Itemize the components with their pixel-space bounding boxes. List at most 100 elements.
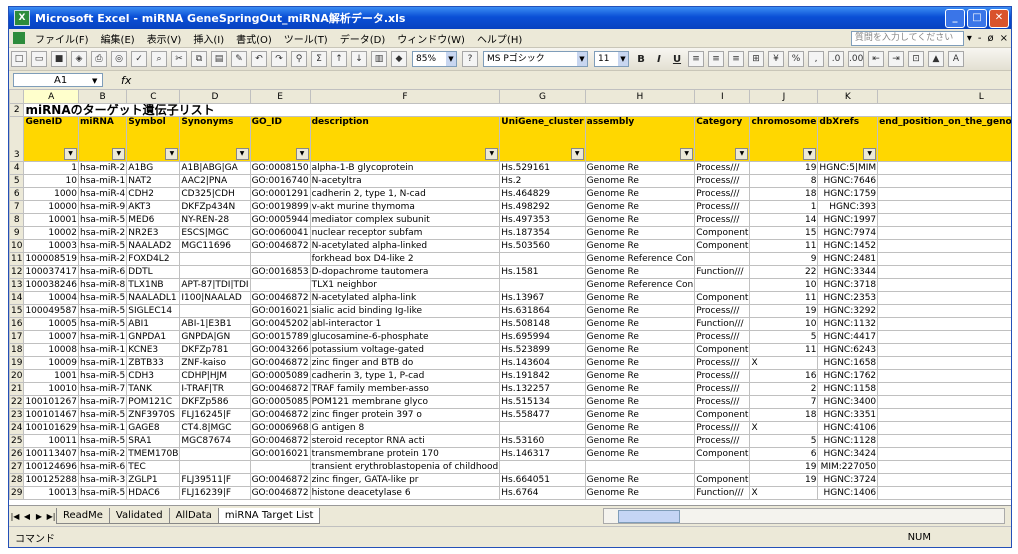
table-cell[interactable]: GO:0008150 [249, 161, 311, 175]
table-cell[interactable]: Hs.143604 [499, 356, 586, 370]
column-header-g[interactable]: G [499, 89, 586, 104]
table-cell[interactable]: Hs.187354 [499, 226, 586, 240]
table-cell[interactable]: 10003 [23, 239, 79, 253]
table-cell[interactable]: ABI-1|E3B1 [179, 317, 251, 331]
table-cell[interactable]: Genome Re [584, 343, 696, 357]
hyperlink-icon[interactable]: ⚲ [291, 51, 307, 67]
table-cell[interactable] [179, 460, 251, 474]
table-cell[interactable]: 8 [749, 174, 819, 188]
table-cell[interactable]: GNPDA1 [126, 330, 181, 344]
horizontal-scrollbar[interactable] [603, 508, 1005, 524]
table-cell[interactable]: 100101467 [23, 408, 79, 422]
select-all-corner[interactable] [9, 89, 25, 104]
table-cell[interactable]: FLJ39511|F [179, 473, 251, 487]
table-cell[interactable]: Component [694, 226, 751, 240]
table-cell[interactable]: Component [694, 239, 751, 253]
insert-function-button[interactable]: fx [121, 74, 131, 87]
table-cell[interactable]: TLX1 neighbor [309, 278, 501, 292]
table-cell[interactable]: HGNC:1997 [817, 213, 879, 227]
table-cell[interactable]: CDH2 [126, 187, 181, 201]
table-cell[interactable]: HGNC:393 [817, 200, 879, 214]
table-cell[interactable]: Hs.558477 [499, 408, 586, 422]
table-cell[interactable]: sialic acid binding Ig-like [309, 304, 501, 318]
table-cell[interactable]: Process/// [694, 421, 751, 435]
header-cell[interactable]: Category ▼ [694, 116, 751, 162]
row-header[interactable]: 28 [9, 473, 25, 487]
increase-indent-icon[interactable]: ⇥ [888, 51, 904, 67]
menu-view[interactable]: 表示(V) [141, 31, 188, 46]
workbook-icon[interactable] [13, 32, 25, 44]
table-cell[interactable]: Genome Re [584, 239, 696, 253]
table-cell[interactable]: GO:0005085 [249, 395, 311, 409]
table-cell[interactable]: N-acetyltra [309, 174, 501, 188]
table-cell[interactable]: DDTL [126, 265, 181, 279]
table-cell[interactable]: 11583756 [877, 447, 1011, 461]
table-cell[interactable] [499, 421, 586, 435]
table-cell[interactable]: HGNC:1158 [817, 382, 879, 396]
align-center-icon[interactable]: ≡ [708, 51, 724, 67]
table-cell[interactable]: 102890902 [877, 278, 1011, 292]
table-cell[interactable]: 48693079 [877, 486, 1011, 500]
name-box[interactable]: A1 ▼ [13, 73, 103, 87]
table-cell[interactable]: 139937677 [877, 434, 1011, 448]
autofilter-dropdown-icon[interactable]: ▼ [680, 148, 694, 160]
table-cell[interactable]: hsa-miR-2 [77, 447, 128, 461]
table-cell[interactable]: hsa-miR-6 [77, 265, 128, 279]
tab-mirna-target-list[interactable]: miRNA Target List [217, 508, 321, 524]
table-cell[interactable]: Process/// [694, 174, 751, 188]
column-header-f[interactable]: F [309, 89, 501, 104]
table-cell[interactable]: hsa-miR-5 [77, 213, 128, 227]
table-cell[interactable]: Genome Re [584, 265, 696, 279]
table-cell[interactable]: hsa-miR-7 [77, 395, 128, 409]
table-cell[interactable]: G antigen 8 [309, 421, 501, 435]
table-cell[interactable]: DKFZp586 [179, 395, 251, 409]
table-cell[interactable]: Genome Re [584, 330, 696, 344]
column-header-c[interactable]: C [126, 89, 181, 104]
table-cell[interactable]: X [749, 421, 819, 435]
table-cell[interactable]: TANK [126, 382, 181, 396]
table-cell[interactable]: 5 [749, 434, 819, 448]
table-cell[interactable]: Hs.695994 [499, 330, 586, 344]
table-cell[interactable]: I100|NAALAD [179, 291, 251, 305]
header-cell[interactable]: UniGene_cluster ▼ [499, 116, 586, 162]
autofilter-dropdown-icon[interactable]: ▼ [112, 148, 126, 160]
table-cell[interactable] [249, 252, 311, 266]
table-cell[interactable]: 5 [749, 330, 819, 344]
table-cell[interactable]: Component [694, 447, 751, 461]
table-cell[interactable]: Genome Re [584, 356, 696, 370]
table-cell[interactable]: forkhead box D4-like 2 [309, 252, 501, 266]
table-cell[interactable]: 18 [749, 408, 819, 422]
table-cell[interactable]: DKFZp781 [179, 343, 251, 357]
table-cell[interactable]: 15 [749, 226, 819, 240]
sort-ascending-icon[interactable]: ↑ [331, 51, 347, 67]
table-cell[interactable]: hsa-miR-1 [77, 356, 128, 370]
chart-wizard-icon[interactable]: ▥ [371, 51, 387, 67]
table-cell[interactable]: 100038246 [23, 278, 79, 292]
table-cell[interactable]: CD325|CDH [179, 187, 251, 201]
table-cell[interactable]: Hs.2 [499, 174, 586, 188]
table-cell[interactable]: Genome Re [584, 187, 696, 201]
table-cell[interactable]: 10 [749, 278, 819, 292]
table-cell[interactable]: 10004 [23, 291, 79, 305]
table-cell[interactable]: 1001 [23, 369, 79, 383]
row-header[interactable]: 6 [9, 187, 25, 201]
table-cell[interactable]: 100113407 [23, 447, 79, 461]
save-icon[interactable]: ■ [51, 51, 67, 67]
table-cell[interactable]: HGNC:1132 [817, 317, 879, 331]
row-header[interactable]: 11 [9, 252, 25, 266]
table-cell[interactable]: N-acetylated alpha-linked [309, 239, 501, 253]
table-cell[interactable]: hsa-miR-4 [77, 187, 128, 201]
table-cell[interactable]: GO:0045202 [249, 317, 311, 331]
table-cell[interactable]: hsa-miR-5 [77, 434, 128, 448]
column-header-d[interactable]: D [179, 89, 251, 104]
table-cell[interactable]: Process/// [694, 161, 751, 175]
table-cell[interactable] [249, 460, 311, 474]
table-cell[interactable]: Hs.191842 [499, 369, 586, 383]
table-cell[interactable]: FLJ16239|F [179, 486, 251, 500]
table-cell[interactable]: 49214419 [877, 421, 1011, 435]
table-cell[interactable] [179, 304, 251, 318]
table-cell[interactable]: ABI1 [126, 317, 181, 331]
header-cell[interactable]: Synonyms ▼ [179, 116, 251, 162]
table-cell[interactable]: hsa-miR-2 [77, 252, 128, 266]
table-cell[interactable]: GAGE8 [126, 421, 181, 435]
